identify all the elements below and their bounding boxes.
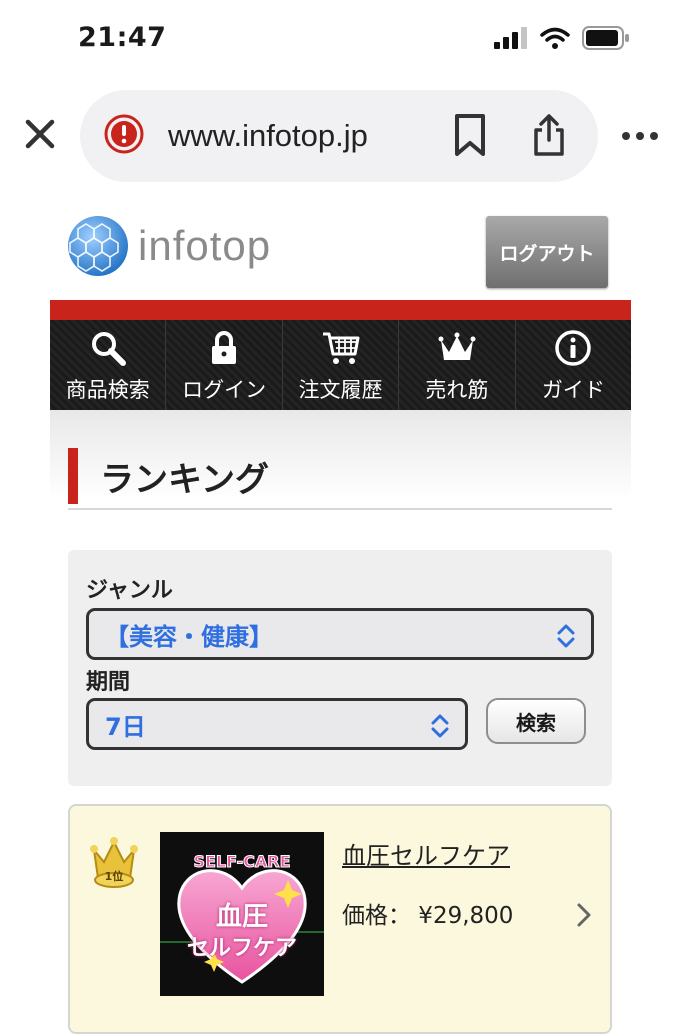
ranking-card[interactable] [68, 804, 612, 1034]
crown-icon [438, 332, 476, 360]
nav-label: 商品検索 [65, 378, 150, 402]
nav-item-login[interactable]: ログイン [165, 320, 282, 410]
thumb-caption-2: セルフケア [186, 936, 297, 961]
signal-icon [494, 27, 527, 49]
logout-button[interactable]: ログアウト [486, 216, 608, 288]
filter-panel: ジャンル 【美容・健康】 期間 7日 [68, 550, 612, 786]
status-time: 21:47 [78, 22, 167, 53]
status-icons [494, 26, 630, 50]
product-price: 価格： ¥29,800 [342, 903, 514, 929]
thumb-caption-en: SELF-CARE [193, 852, 291, 872]
logo-globe-icon [68, 216, 128, 276]
period-label: 期間 [86, 670, 131, 695]
share-icon[interactable] [530, 112, 568, 158]
nav-label: ログイン [182, 378, 267, 402]
heading-divider [68, 508, 612, 510]
nav-label: 売れ筋 [425, 378, 489, 402]
rank-badge-text: 1位 [104, 870, 124, 883]
genre-label: ジャンル [86, 578, 173, 603]
lock-icon [212, 331, 237, 364]
nav-item-bestsellers[interactable]: 売れ筋 [398, 320, 515, 410]
thumb-caption-1: 血圧 [215, 902, 268, 932]
chevron-updown-icon [431, 714, 449, 738]
wifi-icon [540, 27, 570, 49]
search-button[interactable]: 検索 [486, 698, 586, 744]
chevron-updown-icon [557, 624, 575, 648]
heading-accent [68, 448, 78, 504]
nav-item-search[interactable]: 商品検索 [50, 320, 166, 410]
chevron-right-icon[interactable] [574, 900, 594, 930]
nav-label: ガイド [541, 378, 605, 402]
bookmark-icon[interactable] [452, 112, 488, 158]
nav-item-guide[interactable]: ガイド [514, 320, 632, 410]
main-nav: 商品検索 ログイン 注文履歴 売れ筋 ガイド [50, 320, 632, 410]
period-select-value: 7日 [105, 712, 146, 741]
url-text[interactable]: www.infotop.jp [168, 118, 368, 154]
alert-icon[interactable] [104, 114, 144, 154]
period-select[interactable]: 7日 [86, 698, 468, 750]
product-thumbnail[interactable]: SELF-CARE 血圧 セルフケア [160, 832, 324, 996]
site-logo[interactable]: infotop [66, 214, 271, 278]
product-title-link[interactable]: 血圧セルフケア [342, 836, 510, 871]
genre-select-value: 【美容・健康】 [105, 622, 273, 651]
cart-icon [322, 332, 360, 364]
address-bar[interactable]: www.infotop.jp [80, 90, 598, 182]
close-icon[interactable] [22, 116, 58, 152]
info-icon [555, 330, 592, 366]
genre-select[interactable]: 【美容・健康】 [86, 608, 594, 660]
search-icon [91, 332, 126, 366]
logo-text: infotop [138, 222, 272, 269]
more-icon[interactable] [620, 130, 660, 142]
header-accent-bar [50, 300, 631, 320]
battery-icon [582, 26, 629, 50]
nav-item-order-history[interactable]: 注文履歴 [281, 320, 399, 410]
page-title: ランキング [100, 460, 269, 500]
nav-label: 注文履歴 [298, 378, 383, 402]
